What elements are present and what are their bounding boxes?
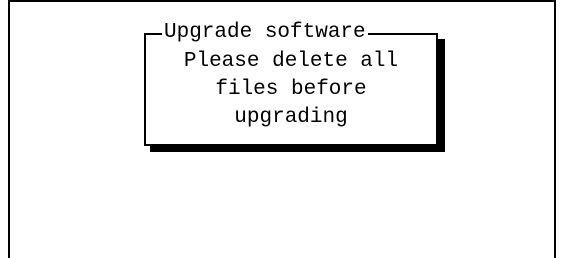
dialog-shadow (150, 146, 445, 152)
dialog-message-line: Please delete all (183, 50, 399, 73)
dialog-message-line: upgrading (234, 106, 348, 129)
dialog-shadow (438, 39, 445, 152)
dialog-message-line: files before (215, 78, 367, 101)
dialog-title: Upgrade software (162, 21, 368, 44)
dialog-message: Please delete all files before upgrading (146, 48, 436, 132)
